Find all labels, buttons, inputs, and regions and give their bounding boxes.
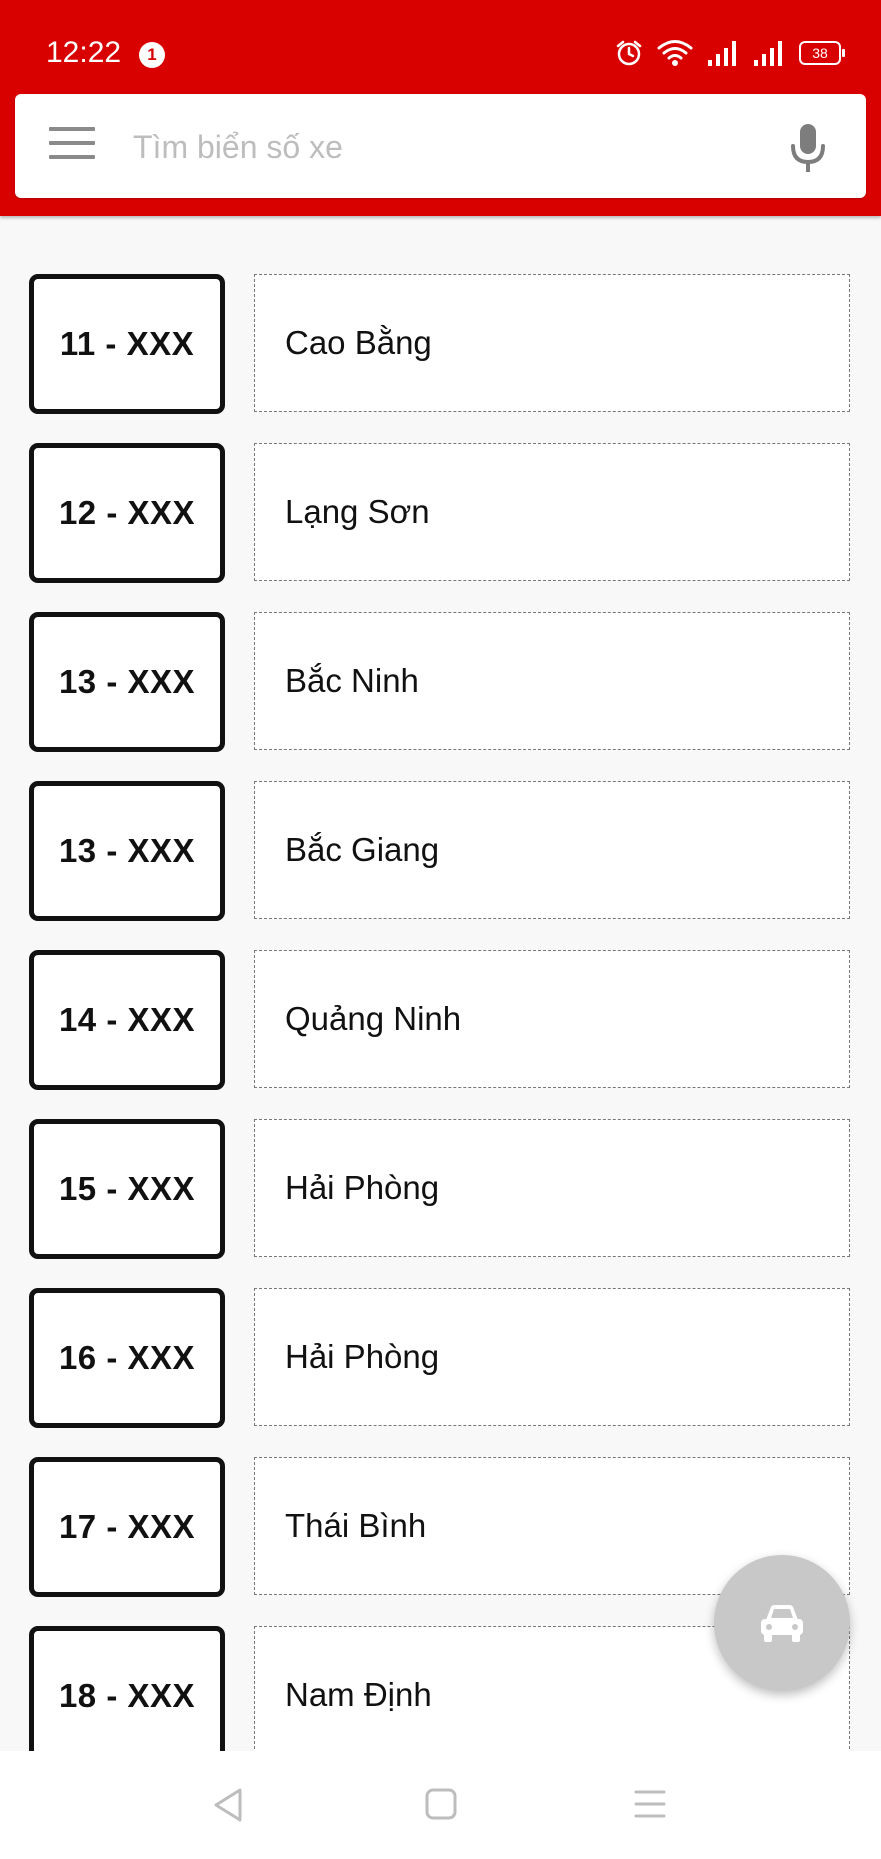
province-name: Quảng Ninh — [254, 950, 850, 1088]
province-name: Hải Phòng — [254, 1119, 850, 1257]
list-item[interactable]: 13 - XXX Bắc Ninh — [0, 612, 881, 752]
search-bar — [15, 94, 866, 198]
signal-icon — [708, 41, 736, 66]
status-bar: 12:22 1 38 — [0, 0, 881, 94]
recents-icon[interactable] — [634, 1787, 666, 1821]
province-name: Hải Phòng — [254, 1288, 850, 1426]
province-name: Cao Bằng — [254, 274, 850, 412]
notification-badge: 1 — [139, 42, 165, 68]
plate-code: 16 - XXX — [29, 1288, 225, 1428]
plate-code: 14 - XXX — [29, 950, 225, 1090]
wifi-icon — [657, 40, 693, 66]
province-name: Bắc Ninh — [254, 612, 850, 750]
plate-code: 13 - XXX — [29, 612, 225, 752]
car-fab-button[interactable] — [714, 1555, 850, 1691]
plate-code: 18 - XXX — [29, 1626, 225, 1766]
list-item[interactable]: 12 - XXX Lạng Sơn — [0, 443, 881, 583]
plate-code: 15 - XXX — [29, 1119, 225, 1259]
back-icon[interactable] — [212, 1787, 244, 1823]
province-name: Lạng Sơn — [254, 443, 850, 581]
system-nav-bar — [0, 1751, 881, 1859]
status-icons: 38 — [615, 36, 845, 70]
mic-icon[interactable] — [788, 122, 828, 174]
plate-code: 17 - XXX — [29, 1457, 225, 1597]
list-item[interactable]: 15 - XXX Hải Phòng — [0, 1119, 881, 1259]
home-icon[interactable] — [425, 1787, 457, 1821]
list-item[interactable]: 14 - XXX Quảng Ninh — [0, 950, 881, 1090]
car-icon — [761, 1605, 803, 1642]
list-item[interactable]: 16 - XXX Hải Phòng — [0, 1288, 881, 1428]
battery-icon: 38 — [799, 41, 845, 65]
plate-code: 12 - XXX — [29, 443, 225, 583]
list-item[interactable]: 11 - XXX Cao Bằng — [0, 274, 881, 414]
menu-icon[interactable] — [49, 127, 95, 161]
plate-code: 13 - XXX — [29, 781, 225, 921]
list-item[interactable]: 13 - XXX Bắc Giang — [0, 781, 881, 921]
plate-code: 11 - XXX — [29, 274, 225, 414]
search-input[interactable] — [131, 116, 775, 178]
province-name: Bắc Giang — [254, 781, 850, 919]
alarm-icon — [616, 40, 642, 66]
status-time: 12:22 — [46, 36, 122, 69]
app-header: 12:22 1 38 Tìm biển số xe — [0, 0, 881, 216]
signal-icon-sim2 — [754, 41, 782, 66]
